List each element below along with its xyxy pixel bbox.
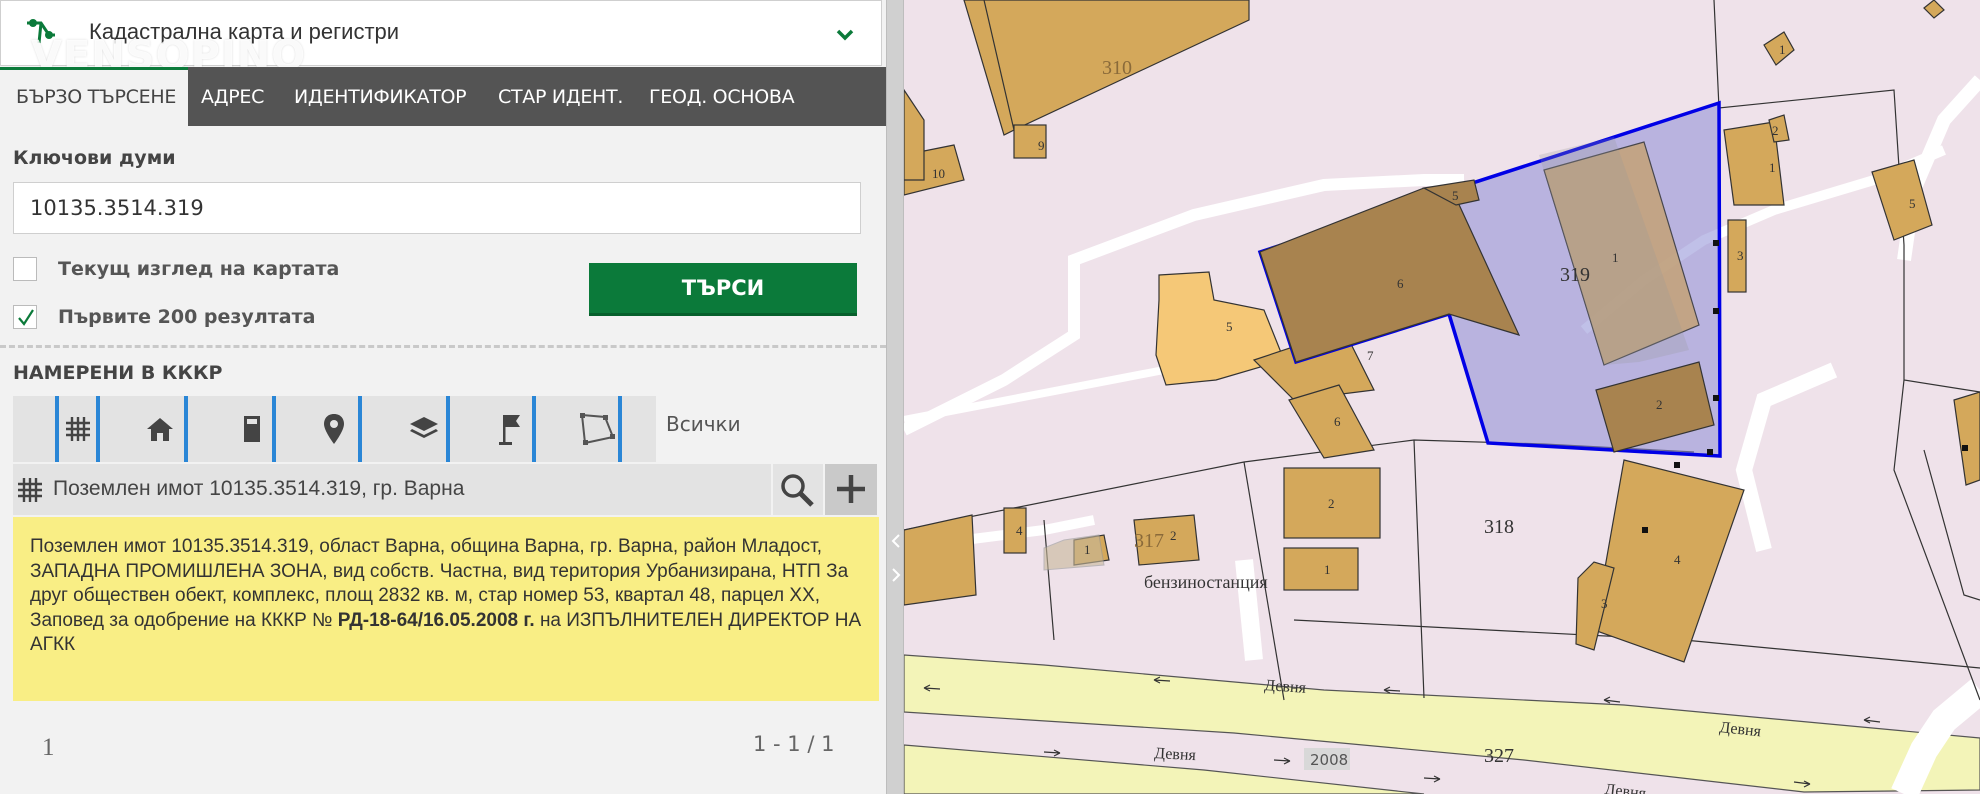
- svg-text:2: 2: [1170, 528, 1177, 543]
- order-prefix: Заповед за одобрение на КККР №: [30, 609, 333, 631]
- all-filter-label[interactable]: Всички: [666, 412, 741, 436]
- parcel-grid-icon: [66, 417, 90, 441]
- parcel-label-327: 327: [1484, 745, 1514, 767]
- chevron-down-icon[interactable]: [833, 23, 857, 47]
- svg-text:5: 5: [1226, 319, 1233, 334]
- polygon-icon: [580, 413, 615, 445]
- search-button[interactable]: ТЪРСИ: [589, 263, 857, 316]
- parcel-label-319: 319: [1560, 264, 1590, 286]
- filter-building[interactable]: [188, 396, 276, 462]
- svg-text:3: 3: [1737, 248, 1744, 263]
- svg-text:8: 8: [994, 0, 1001, 1]
- add-result-button[interactable]: [825, 464, 877, 515]
- svg-text:9: 9: [1038, 138, 1045, 153]
- svg-text:3: 3: [1601, 596, 1608, 611]
- home-icon: [147, 418, 173, 441]
- tab-address[interactable]: АДРЕС: [201, 67, 264, 126]
- parcel-info-box: Поземлен имот 10135.3514.319, област Вар…: [13, 517, 879, 701]
- checkmark-icon: [18, 309, 34, 326]
- parcel-info-text: Поземлен имот 10135.3514.319, област Вар…: [30, 536, 849, 606]
- plus-icon: [837, 475, 865, 503]
- svg-text:1: 1: [1612, 250, 1619, 265]
- keywords-input[interactable]: [13, 182, 861, 234]
- filter-parcel[interactable]: [59, 396, 100, 462]
- svg-text:1: 1: [1084, 542, 1091, 557]
- layer-selector[interactable]: Кадастрална карта и регистри VENSOPINO: [0, 0, 882, 79]
- location-pin-icon: [324, 414, 344, 444]
- zoom-to-result-button[interactable]: [773, 464, 823, 515]
- first-200-checkbox[interactable]: [13, 305, 37, 329]
- svg-text:2: 2: [1772, 123, 1779, 138]
- parcel-label-317: 317: [1134, 530, 1164, 552]
- svg-text:10: 10: [932, 166, 945, 181]
- building-icon: [244, 416, 260, 442]
- keywords-label: Ключови думи: [13, 147, 176, 169]
- collapse-arrow-icon: [891, 534, 900, 548]
- section-divider: [0, 345, 886, 348]
- filter-home[interactable]: [100, 396, 188, 462]
- results-range: 1 - 1 / 1: [753, 732, 835, 756]
- svg-text:6: 6: [1334, 414, 1341, 429]
- result-item[interactable]: Поземлен имот 10135.3514.319, гр. Варна: [13, 464, 771, 515]
- order-number: РД-18-64/16.05.2008 г.: [337, 609, 535, 631]
- street-label-1: Девня: [1264, 677, 1307, 697]
- svg-text:7: 7: [1367, 348, 1374, 363]
- layers-icon: [410, 417, 438, 438]
- search-tabs: БЪРЗО ТЪРСЕНЕ АДРЕС ИДЕНТИФИКАТОР СТАР И…: [0, 67, 886, 126]
- current-view-checkbox[interactable]: [13, 257, 37, 281]
- filter-location[interactable]: [276, 396, 362, 462]
- result-item-title: Поземлен имот 10135.3514.319, гр. Варна: [53, 477, 465, 500]
- filter-layers[interactable]: [362, 396, 450, 462]
- map-canvas[interactable]: 310 319 320 318 317 327 8 9 10 1 1 2 5 3…: [904, 0, 1980, 794]
- svg-text:4: 4: [1016, 523, 1023, 538]
- place-label: бензиностанция: [1144, 572, 1268, 592]
- filter-tail: [622, 396, 656, 462]
- parcel-label-310: 310: [1102, 57, 1132, 79]
- tab-quick-search[interactable]: БЪРЗО ТЪРСЕНЕ: [0, 67, 188, 126]
- panel-splitter[interactable]: [886, 0, 904, 794]
- tab-old-identifier[interactable]: СТАР ИДЕНТ.: [498, 67, 623, 126]
- parcel-label-318: 318: [1484, 516, 1514, 538]
- year-label: 2008: [1310, 751, 1348, 769]
- cadastral-map[interactable]: 310 319 320 318 317 327 8 9 10 1 1 2 5 3…: [904, 0, 1980, 794]
- filter-blank[interactable]: [13, 396, 59, 462]
- filter-flag[interactable]: [450, 396, 536, 462]
- svg-text:6: 6: [1397, 276, 1404, 291]
- svg-text:1: 1: [1779, 42, 1786, 57]
- current-view-label: Текущ изглед на картата: [58, 258, 340, 280]
- search-panel: Кадастрална карта и регистри VENSOPINO Б…: [0, 0, 886, 794]
- svg-text:1: 1: [1769, 160, 1776, 175]
- svg-text:4: 4: [1674, 552, 1681, 567]
- filter-polygon[interactable]: [536, 396, 622, 462]
- svg-text:5: 5: [1909, 196, 1916, 211]
- tab-geodetic-base[interactable]: ГЕОД. ОСНОВА: [649, 67, 795, 126]
- svg-text:2: 2: [1656, 397, 1663, 412]
- svg-text:5: 5: [1452, 188, 1459, 203]
- parcel-grid-icon: [18, 478, 42, 502]
- first-200-label: Първите 200 резултата: [58, 306, 316, 328]
- expand-arrow-icon: [892, 568, 901, 582]
- flag-icon: [499, 415, 520, 445]
- results-heading: НАМЕРЕНИ В КККР: [13, 362, 223, 384]
- svg-text:1: 1: [1324, 562, 1331, 577]
- svg-text:2: 2: [1328, 496, 1335, 511]
- search-icon: [781, 474, 814, 507]
- tab-identifier[interactable]: ИДЕНТИФИКАТОР: [294, 67, 467, 126]
- page-number[interactable]: 1: [42, 734, 55, 762]
- street-label-3: Девня: [1154, 745, 1197, 764]
